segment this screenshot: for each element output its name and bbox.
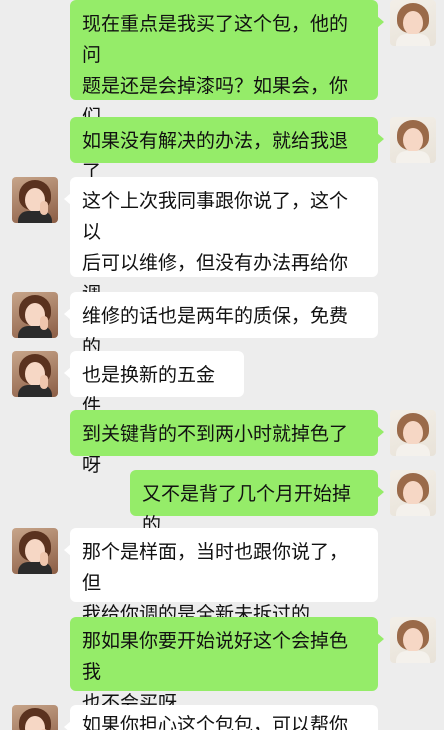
message-bubble[interactable]: 如果没有解决的办法，就给我退了 [70,117,384,183]
contact-avatar[interactable] [12,351,58,397]
contact-avatar[interactable] [12,292,58,338]
message-row-other: 如果你担心这个包包，可以帮你调 [0,705,444,730]
user-avatar[interactable] [390,117,436,163]
message-bubble[interactable]: 也是换新的五金件 [64,351,244,417]
user-avatar[interactable] [390,0,436,46]
contact-avatar[interactable] [12,528,58,574]
message-bubble[interactable]: 现在重点是我买了这个包，他的问 题是还是会掉漆吗？如果会，你们 会给我解决吗？ [70,0,384,159]
chat-message-list[interactable]: 现在重点是我买了这个包，他的问 题是还是会掉漆吗？如果会，你们 会给我解决吗？ … [0,0,444,730]
message-bubble[interactable]: 到关键背的不到两小时就掉色了呀 [70,410,384,476]
message-bubble[interactable]: 那个是样面，当时也跟你说了，但 我给你调的是全新未拆过的 [64,528,378,625]
user-avatar[interactable] [390,410,436,456]
contact-avatar[interactable] [12,177,58,223]
message-bubble[interactable]: 这个上次我同事跟你说了，这个以 后可以维修，但没有办法再给你调 换新的了 [64,177,378,336]
user-avatar[interactable] [390,617,436,663]
message-bubble[interactable]: 那如果你要开始说好这个会掉色我 也不会买呀 [70,617,384,714]
user-avatar[interactable] [390,470,436,516]
message-bubble[interactable]: 如果你担心这个包包，可以帮你调 [64,705,378,730]
message-bubble[interactable]: 又不是背了几个月开始掉的 [130,470,384,536]
contact-avatar[interactable] [12,705,58,730]
message-bubble[interactable]: 维修的话也是两年的质保，免费的 [64,292,378,358]
